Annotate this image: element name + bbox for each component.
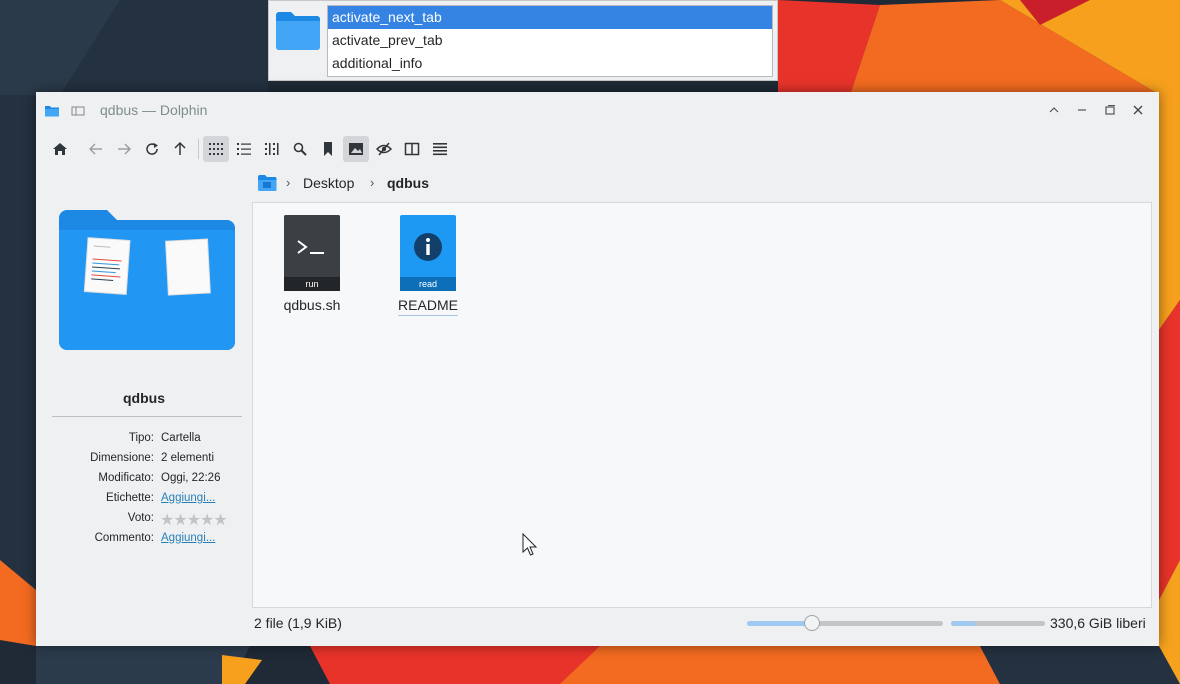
preview-icon[interactable] — [343, 136, 369, 162]
close-icon[interactable] — [1129, 102, 1147, 120]
meta-key: Tipo: — [128, 432, 154, 444]
information-panel: qdbus Tipo: Cartella Dimensione: 2 eleme… — [46, 202, 246, 622]
zoom-slider[interactable] — [747, 615, 943, 631]
chevron-right-icon: › — [286, 175, 291, 190]
status-summary: 2 file (1,9 KiB) — [254, 615, 342, 631]
search-icon[interactable] — [287, 136, 313, 162]
completion-item[interactable]: activate_prev_tab — [328, 29, 772, 52]
star-icon[interactable]: ★ — [200, 512, 214, 529]
file-view[interactable]: run qdbus.sh read README — [252, 202, 1152, 608]
meta-key: Dimensione: — [90, 452, 154, 464]
hidden-files-icon[interactable] — [371, 136, 397, 162]
meta-value: 2 elementi — [161, 452, 215, 464]
split-view-icon[interactable] — [399, 136, 425, 162]
menu-icon[interactable] — [427, 136, 453, 162]
star-icon[interactable]: ★ — [187, 512, 201, 529]
file-name: qdbus.sh — [283, 297, 341, 313]
maximize-icon[interactable] — [1101, 102, 1119, 120]
meta-row-modified: Modificato: Oggi, 22:26 — [46, 472, 246, 490]
mouse-cursor-icon — [522, 533, 538, 556]
completion-list[interactable]: activate_next_tab activate_prev_tab addi… — [327, 5, 773, 77]
minimize-icon[interactable] — [1073, 102, 1091, 120]
folder-root-icon[interactable] — [257, 174, 277, 192]
completion-item[interactable]: additional_info — [328, 52, 772, 75]
panel-item-name: qdbus — [123, 390, 165, 406]
breadcrumb-item-desktop[interactable]: Desktop — [303, 175, 354, 191]
meta-key: Commento: — [94, 532, 154, 544]
icons-view-icon[interactable] — [203, 136, 229, 162]
add-comment-link[interactable]: Aggiungi... — [161, 532, 215, 544]
meta-row-type: Tipo: Cartella — [46, 432, 246, 450]
file-item[interactable]: run qdbus.sh — [274, 215, 350, 313]
forward-icon[interactable] — [111, 136, 137, 162]
terminal-script-icon: run — [284, 215, 340, 291]
add-tags-link[interactable]: Aggiungi... — [161, 492, 215, 504]
meta-row-size: Dimensione: 2 elementi — [46, 452, 246, 470]
meta-value: Oggi, 22:26 — [161, 472, 221, 484]
home-icon[interactable] — [47, 136, 73, 162]
divider — [52, 416, 242, 417]
file-badge: run — [305, 279, 318, 289]
status-bar: 2 file (1,9 KiB) 330,6 GiB liberi — [254, 614, 1149, 634]
meta-row-comment: Commento: Aggiungi... — [46, 532, 246, 550]
breadcrumb-item-current[interactable]: qdbus — [387, 175, 429, 191]
reload-icon[interactable] — [139, 136, 165, 162]
star-icon[interactable]: ★ — [213, 512, 227, 529]
titlebar[interactable]: qdbus — Dolphin — [36, 92, 1159, 129]
details-view-icon[interactable] — [259, 136, 285, 162]
zoom-slider-fill — [747, 621, 812, 626]
dolphin-window: qdbus — Dolphin › Desktop › qdbus qdbus … — [36, 92, 1159, 646]
window-title: qdbus — Dolphin — [100, 102, 208, 118]
file-name: README — [398, 297, 458, 316]
meta-row-rating: Voto: ★★★★★ — [46, 512, 246, 530]
chevron-right-icon: › — [370, 175, 375, 190]
meta-row-tags: Etichette: Aggiungi... — [46, 492, 246, 510]
bookmark-icon[interactable] — [315, 136, 341, 162]
file-badge: read — [419, 279, 437, 289]
file-item[interactable]: read README — [390, 215, 466, 316]
chevron-up-icon[interactable] — [1045, 102, 1063, 120]
free-space-label[interactable]: 330,6 GiB liberi — [1050, 615, 1146, 631]
back-icon[interactable] — [83, 136, 109, 162]
main-toolbar — [36, 133, 1159, 165]
meta-value: Cartella — [161, 432, 201, 444]
meta-key: Etichette: — [106, 492, 154, 504]
toolbar-separator — [198, 139, 199, 159]
completion-popup: activate_next_tab activate_prev_tab addi… — [268, 0, 778, 81]
folder-icon — [276, 12, 320, 50]
compact-view-icon[interactable] — [231, 136, 257, 162]
free-space-fill — [951, 621, 975, 626]
info-document-icon: read — [400, 215, 456, 291]
dolphin-app-icon — [45, 106, 59, 117]
rating-stars[interactable]: ★★★★★ — [160, 510, 228, 530]
free-space-bar — [951, 621, 1045, 626]
meta-key: Voto: — [127, 512, 154, 524]
star-icon[interactable]: ★ — [173, 512, 187, 529]
pin-icon[interactable] — [70, 103, 86, 119]
star-icon[interactable]: ★ — [160, 512, 174, 529]
meta-key: Modificato: — [98, 472, 154, 484]
up-icon[interactable] — [167, 136, 193, 162]
zoom-slider-handle[interactable] — [804, 615, 820, 631]
folder-preview-icon — [59, 210, 235, 350]
completion-item[interactable]: activate_next_tab — [328, 6, 772, 29]
